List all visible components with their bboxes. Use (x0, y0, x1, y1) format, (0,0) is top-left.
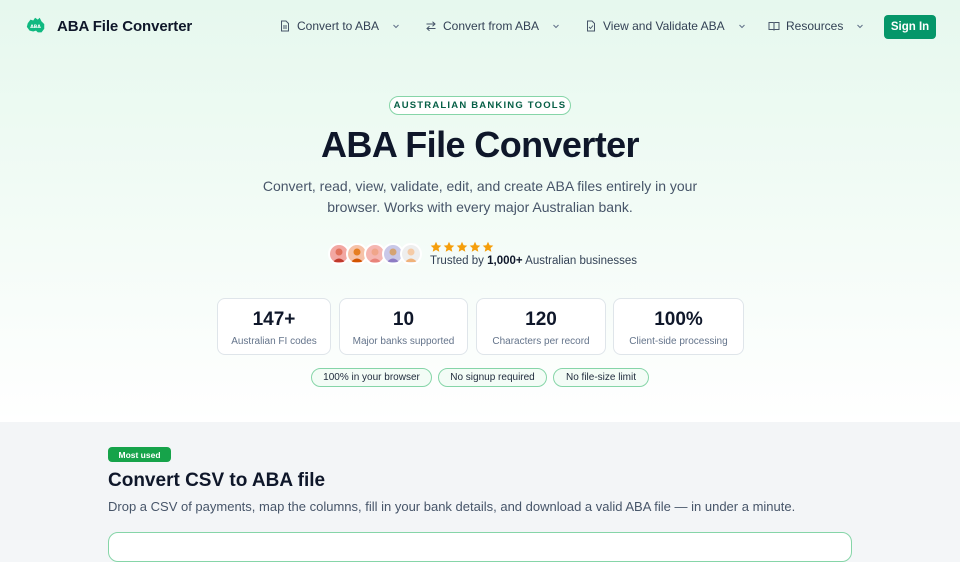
star-icon (430, 241, 442, 252)
nav-convert-from-aba[interactable]: Convert from ABA (425, 19, 560, 33)
trusted-prefix: Trusted by (430, 255, 484, 267)
chevron-down-icon (738, 24, 745, 29)
avatar-group (328, 243, 422, 265)
nav-view-validate-aba[interactable]: View and Validate ABA (585, 19, 746, 33)
stat-label: Client-side processing (629, 336, 728, 347)
star-rating (430, 241, 637, 254)
page-title: ABA File Converter (321, 124, 640, 165)
chevron-down-icon (393, 24, 399, 29)
chevron-down-icon (553, 24, 559, 29)
star-icon (443, 241, 455, 252)
swap-arrows-icon (426, 21, 436, 32)
trusted-count: 1,000+ (487, 255, 523, 267)
stat-card: 147+ Australian FI codes (217, 298, 331, 355)
stat-value: 120 (525, 309, 557, 330)
nav-label: Convert from ABA (443, 19, 540, 33)
star-icon (456, 241, 468, 252)
file-check-icon (587, 20, 595, 32)
stat-label: Major banks supported (352, 336, 455, 347)
trusted-text: Trusted by 1,000+ Australian businesses (430, 255, 637, 267)
section-description: Drop a CSV of payments, map the columns,… (108, 499, 796, 514)
star-icon (469, 241, 481, 252)
most-used-badge: Most used (108, 447, 171, 462)
nav-label: Convert to ABA (297, 19, 380, 33)
social-proof: Trusted by 1,000+ Australian businesses (328, 241, 637, 267)
category-badge: AUSTRALIAN BANKING TOOLS (389, 96, 571, 115)
book-icon (768, 22, 780, 31)
australia-map-logo-icon: ABA (26, 17, 45, 33)
file-icon (281, 20, 289, 32)
nav-label: View and Validate ABA (603, 19, 725, 33)
trusted-suffix: Australian businesses (525, 255, 638, 267)
stat-value: 10 (392, 309, 415, 330)
hero-subtitle: Convert, read, view, validate, edit, and… (262, 178, 698, 215)
stat-value: 100% (654, 309, 703, 330)
brand-name: ABA File Converter (57, 17, 193, 35)
feature-pill: No file-size limit (553, 368, 649, 387)
star-icon (482, 241, 494, 252)
stat-value: 147+ (252, 309, 296, 330)
sign-in-button[interactable]: Sign In (884, 15, 936, 39)
brand-logo[interactable]: ABA ABA File Converter (25, 15, 192, 37)
stat-label: Characters per record (492, 336, 590, 347)
nav-resources[interactable]: Resources (768, 19, 864, 33)
avatar (400, 243, 422, 265)
feature-pill: 100% in your browser (311, 368, 432, 387)
nav-convert-to-aba[interactable]: Convert to ABA (279, 19, 400, 33)
stat-label: Australian FI codes (231, 336, 317, 347)
nav-label: Resources (786, 19, 844, 33)
feature-pill: No signup required (438, 368, 547, 387)
stat-card: 120 Characters per record (476, 298, 606, 355)
converter-card[interactable] (108, 532, 852, 562)
chevron-down-icon (857, 24, 864, 29)
site-header: ABA ABA File Converter Convert to ABA Co… (0, 0, 960, 54)
stat-card: 100% Client-side processing (613, 298, 744, 355)
stat-card: 10 Major banks supported (339, 298, 468, 355)
svg-text:ABA: ABA (30, 24, 41, 30)
rating-block: Trusted by 1,000+ Australian businesses (430, 241, 637, 267)
section-title: Convert CSV to ABA file (108, 470, 326, 491)
